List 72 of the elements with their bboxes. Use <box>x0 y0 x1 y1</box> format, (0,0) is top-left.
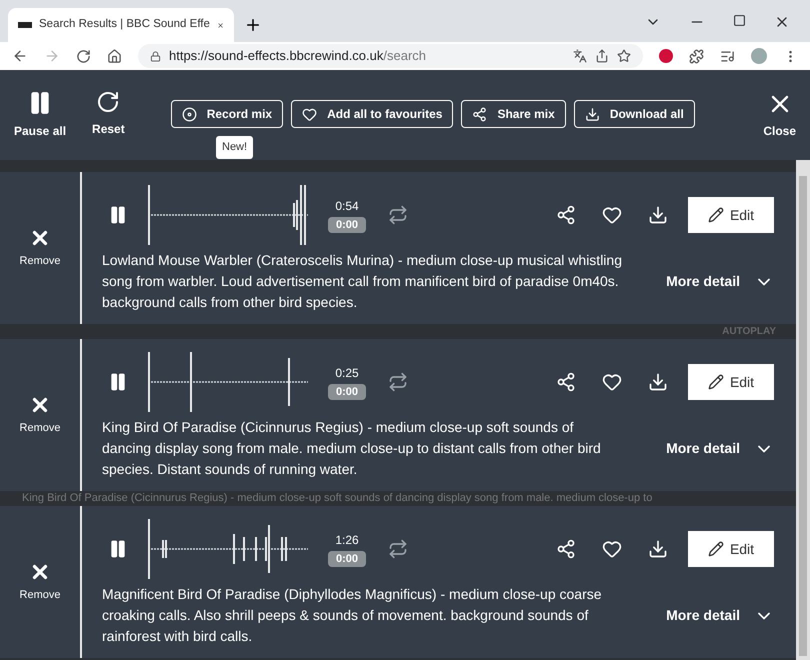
position-badge: 0:00 <box>328 384 366 400</box>
share-icon[interactable] <box>595 49 609 63</box>
more-detail-button[interactable]: More detail <box>666 438 774 459</box>
download-button[interactable] <box>648 539 668 559</box>
favourite-button[interactable] <box>602 539 622 559</box>
share-icon <box>556 372 576 392</box>
background-row-text: King Bird Of Paradise (Cicinnurus Regius) - medium close-up soft sounds of dancing display song from male. medium close-up to <box>22 491 652 506</box>
download-icon <box>648 205 668 225</box>
star-icon[interactable] <box>617 49 631 63</box>
pencil-icon <box>708 207 724 223</box>
maximize-icon[interactable] <box>733 14 746 27</box>
track-description: King Bird Of Paradise (Cicinnurus Regius) - medium close-up soft sounds of dancing display song from male. medium close-up to distant calls from other bird species. Distant sounds of running water. <box>102 418 602 479</box>
site-logo-icon <box>18 22 32 28</box>
lock-icon <box>150 50 161 62</box>
more-detail-button[interactable]: More detail <box>666 605 774 626</box>
download-button[interactable] <box>648 205 668 225</box>
back-icon[interactable] <box>12 48 28 64</box>
share-button[interactable] <box>556 205 576 225</box>
download-icon <box>584 106 600 122</box>
browser-tab[interactable]: Search Results | BBC Sound Effe <box>8 8 234 42</box>
track-description: Magnificent Bird Of Paradise (Diphyllodes Magnificus) - medium close-up coarse croaking calls. Also shrill peeps & sounds of movement. background sounds of rainforest with bird calls. <box>102 585 603 646</box>
edit-button[interactable]: Edit <box>688 531 774 567</box>
position-badge: 0:00 <box>328 550 366 568</box>
scrollbar[interactable] <box>796 160 810 660</box>
duration-text: 1:26 <box>335 532 359 549</box>
download-icon <box>648 372 668 392</box>
favourite-button[interactable] <box>602 205 622 225</box>
new-tooltip: New! <box>216 136 254 158</box>
playlist-icon[interactable] <box>720 48 735 64</box>
pencil-icon <box>708 541 724 557</box>
autoplay-label: AUTOPLAY <box>722 325 776 339</box>
pause-all-button[interactable]: Pause all <box>14 90 66 140</box>
position-badge: 0:00 <box>328 216 366 234</box>
puzzle-icon[interactable] <box>689 48 704 64</box>
share-icon <box>556 539 576 559</box>
tab-title: Search Results | BBC Sound Effe <box>39 17 210 32</box>
toolbar-action-button[interactable]: Add all to favourites <box>291 100 454 128</box>
toolbar-action-button[interactable]: Share mix <box>461 100 566 128</box>
share-icon <box>556 205 576 225</box>
disc-icon <box>182 106 197 122</box>
edit-button[interactable]: Edit <box>688 197 774 233</box>
heart-icon <box>602 205 622 225</box>
favourite-button[interactable] <box>602 372 622 392</box>
download-icon <box>648 539 668 559</box>
url-text: https://sound-effects.bbcrewind.co.uk/search <box>169 47 426 66</box>
remove-button[interactable]: Remove <box>20 394 60 436</box>
duration-text: 0:25 <box>335 364 359 382</box>
heart-icon <box>302 106 318 122</box>
pencil-icon <box>708 374 724 390</box>
translate-icon[interactable] <box>573 49 587 63</box>
close-button[interactable]: Close <box>763 90 796 140</box>
new-tab-icon[interactable] <box>244 16 262 34</box>
extension-icon[interactable] <box>659 49 673 63</box>
toolbar-action-button[interactable]: Record mix <box>170 100 284 128</box>
remove-button[interactable]: Remove <box>20 560 60 604</box>
heart-icon <box>602 372 622 392</box>
share-button[interactable] <box>556 372 576 392</box>
edit-button[interactable]: Edit <box>688 364 774 400</box>
address-bar[interactable]: https://sound-effects.bbcrewind.co.uk/search <box>138 44 643 68</box>
more-detail-button[interactable]: More detail <box>666 271 774 292</box>
reload-icon[interactable] <box>76 48 91 64</box>
heart-icon <box>602 539 622 559</box>
home-icon[interactable] <box>107 48 122 64</box>
share-button[interactable] <box>556 539 576 559</box>
reset-icon <box>96 90 120 114</box>
track-description: Lowland Mouse Warbler (Crateroscelis Murina) - medium close-up musical whistling song from warbler. Loud advertisement call from manificent bird of paradise 0m40s. background calls from other bird species. <box>102 251 622 312</box>
share-icon <box>472 106 488 122</box>
duration-text: 0:54 <box>335 198 359 215</box>
remove-button[interactable]: Remove <box>20 226 60 270</box>
reset-button[interactable]: Reset <box>92 90 125 138</box>
download-button[interactable] <box>648 372 668 392</box>
toolbar-action-button[interactable]: Download all <box>574 100 695 128</box>
